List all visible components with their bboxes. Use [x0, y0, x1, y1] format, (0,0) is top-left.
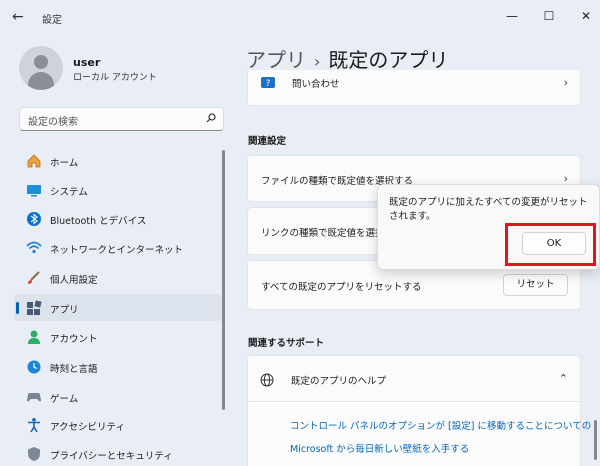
help-link-control-panel[interactable]: コントロール パネルのオプションが [設定] に移動することについての — [290, 418, 591, 432]
close-button[interactable]: ✕ — [574, 6, 598, 26]
apps-icon — [27, 300, 42, 315]
gaming-icon — [27, 393, 41, 402]
search-placeholder: 設定の検索 — [28, 117, 78, 128]
home-icon — [27, 154, 41, 168]
system-icon — [27, 185, 41, 197]
sidebar-item-label: 時刻と言語 — [50, 364, 98, 375]
maximize-button[interactable]: ☐ — [537, 6, 561, 26]
svg-text:?: ? — [266, 79, 271, 89]
contact-icon: ? — [261, 77, 275, 89]
avatar-body — [28, 72, 54, 90]
avatar-head — [34, 55, 48, 69]
help-header[interactable]: 既定のアプリのヘルプ ⌃ — [248, 356, 580, 402]
window-title: 設定 — [42, 15, 62, 26]
help-link-wallpaper[interactable]: Microsoft から毎日新しい壁紙を入手する — [290, 441, 469, 455]
sidebar-item-label: システム — [50, 187, 88, 198]
sidebar-item-label: アクセシビリティ — [50, 422, 125, 433]
reset-all-label: すべての既定のアプリをリセットする — [261, 282, 422, 293]
account-icon — [28, 330, 40, 344]
sidebar-item-personalization[interactable]: 個人用設定 — [14, 264, 222, 291]
network-icon — [26, 241, 42, 254]
sidebar-item-label: ゲーム — [50, 394, 79, 405]
help-label: 既定のアプリのヘルプ — [291, 376, 387, 387]
highlight-box — [505, 223, 596, 266]
sidebar-item-apps[interactable]: アプリ — [14, 294, 222, 321]
related-settings-heading: 関連設定 — [248, 136, 287, 147]
contact-label: 問い合わせ — [292, 79, 340, 90]
globe-icon — [260, 373, 274, 387]
chevron-right-icon: › — [563, 76, 568, 89]
accessibility-icon — [28, 418, 40, 433]
main-scrollbar[interactable] — [594, 420, 597, 460]
sidebar-scrollbar[interactable] — [222, 150, 225, 410]
sidebar-item-label: Bluetooth とデバイス — [50, 216, 147, 227]
reset-button[interactable]: リセット — [503, 274, 568, 296]
sidebar-item-label: 個人用設定 — [50, 275, 98, 286]
contact-card[interactable]: ? 問い合わせ › — [247, 70, 581, 106]
breadcrumb-separator: › — [314, 52, 321, 71]
flyout-message: 既定のアプリに加えたすべての変更がリセットされます。 — [389, 197, 588, 222]
sidebar-item-accessibility[interactable]: アクセシビリティ — [14, 411, 222, 438]
breadcrumb: アプリ › 既定のアプリ — [246, 44, 448, 73]
chevron-up-icon[interactable]: ⌃ — [559, 372, 568, 385]
search-input[interactable]: 設定の検索 — [19, 107, 224, 131]
breadcrumb-parent[interactable]: アプリ — [246, 48, 306, 72]
sidebar-item-bluetooth[interactable]: Bluetooth とデバイス — [14, 205, 222, 232]
sidebar-item-network[interactable]: ネットワークとインターネット — [14, 234, 222, 261]
active-indicator — [16, 302, 19, 314]
bluetooth-icon — [27, 212, 41, 226]
sidebar-item-home[interactable]: ホーム — [14, 147, 222, 174]
search-icon — [206, 113, 216, 123]
sidebar-item-label: プライバシーとセキュリティ — [50, 451, 173, 462]
sidebar-item-label: アカウント — [50, 334, 98, 345]
time-language-icon — [27, 360, 41, 374]
profile-name: user — [73, 56, 101, 69]
back-arrow-icon[interactable]: ← — [12, 9, 30, 25]
page-title: 既定のアプリ — [328, 48, 449, 72]
personalization-icon — [28, 271, 40, 284]
sidebar-item-system[interactable]: システム — [14, 176, 222, 203]
related-support-heading: 関連するサポート — [248, 338, 325, 349]
sidebar-item-time-language[interactable]: 時刻と言語 — [14, 353, 222, 380]
minimize-button[interactable]: — — [500, 6, 524, 26]
avatar[interactable] — [19, 46, 63, 90]
title-bar: ← 設定 — ☐ ✕ — [0, 0, 600, 34]
sidebar-item-account[interactable]: アカウント — [14, 323, 222, 350]
sidebar-item-label: アプリ — [50, 305, 79, 316]
privacy-icon — [28, 447, 40, 461]
sidebar-item-privacy[interactable]: プライバシーとセキュリティ — [14, 440, 222, 466]
sidebar-item-label: ホーム — [50, 158, 79, 169]
profile-account-type: ローカル アカウント — [73, 73, 157, 83]
sidebar-item-label: ネットワークとインターネット — [50, 245, 184, 256]
sidebar-item-gaming[interactable]: ゲーム — [14, 383, 222, 410]
